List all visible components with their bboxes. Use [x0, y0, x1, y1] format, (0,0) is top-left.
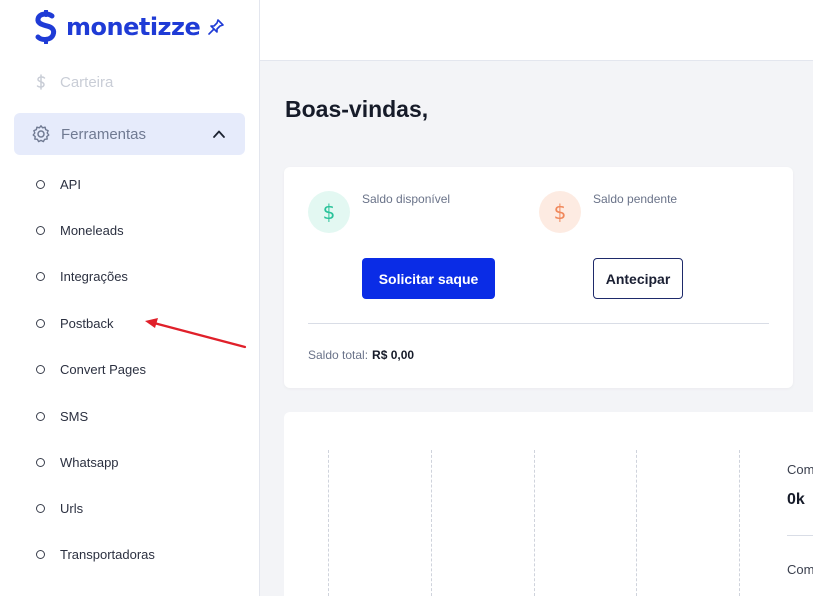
brand-logo[interactable]: monetizze — [32, 10, 201, 44]
chart-gridline — [534, 450, 535, 596]
gear-icon — [32, 125, 50, 143]
balance-card: $ Saldo disponível $ Saldo pendente Soli… — [284, 167, 793, 388]
sidebar: monetizze Carteira Ferramentas API Monel… — [0, 0, 260, 596]
pending-balance-dollar-icon: $ — [539, 191, 581, 233]
submenu-item-label: Urls — [60, 501, 84, 516]
available-balance-dollar-icon: $ — [308, 191, 350, 233]
total-balance: Saldo total: R$ 0,00 — [308, 348, 414, 362]
submenu-item-moneleads[interactable]: Moneleads — [36, 223, 124, 238]
total-balance-label: Saldo total: — [308, 348, 369, 362]
bullet-icon — [36, 504, 45, 513]
submenu-item-integrations[interactable]: Integrações — [36, 269, 128, 284]
submenu-item-label: Postback — [60, 316, 114, 331]
submenu-item-label: API — [60, 177, 81, 192]
submenu-item-label: Integrações — [60, 269, 128, 284]
bullet-icon — [36, 226, 45, 235]
chart-side-label: Com — [787, 462, 813, 477]
brand-name: monetizze — [66, 13, 201, 41]
submenu-item-carriers[interactable]: Transportadoras — [36, 547, 155, 562]
advance-button[interactable]: Antecipar — [593, 258, 683, 299]
submenu-item-label: Convert Pages — [60, 362, 146, 377]
bullet-icon — [36, 550, 45, 559]
submenu-item-label: Moneleads — [60, 223, 124, 238]
chart-side-divider — [787, 535, 813, 536]
request-withdrawal-button[interactable]: Solicitar saque — [362, 258, 495, 299]
total-balance-value: R$ 0,00 — [372, 348, 415, 362]
available-balance-label: Saldo disponível — [362, 192, 451, 206]
chart-side-label: Com — [787, 562, 813, 577]
card-divider — [308, 323, 769, 324]
submenu-item-sms[interactable]: SMS — [36, 409, 88, 424]
chart-gridline — [636, 450, 637, 596]
bullet-icon — [36, 365, 45, 374]
bullet-icon — [36, 319, 45, 328]
bullet-icon — [36, 412, 45, 421]
bullet-icon — [36, 272, 45, 281]
pending-balance-label: Saldo pendente — [593, 192, 678, 206]
annotation-arrow-icon — [145, 318, 247, 349]
chart-gridline — [431, 450, 432, 596]
page-title: Boas-vindas, — [285, 96, 429, 122]
sidebar-item-label: Carteira — [60, 73, 114, 91]
bullet-icon — [36, 180, 45, 189]
bullet-icon — [36, 458, 45, 467]
pin-icon[interactable] — [207, 18, 225, 36]
sidebar-item-wallet[interactable]: Carteira — [32, 73, 113, 91]
submenu-item-label: SMS — [60, 409, 89, 424]
monetizze-logo-icon — [35, 10, 57, 44]
submenu-item-whatsapp[interactable]: Whatsapp — [36, 455, 119, 470]
chart-side-value: 0k — [787, 491, 805, 508]
chart-gridline — [328, 450, 329, 596]
top-header — [260, 0, 813, 61]
sidebar-item-tools[interactable]: Ferramentas — [14, 113, 245, 155]
chart-gridline — [739, 450, 740, 596]
submenu-item-label: Whatsapp — [60, 455, 119, 470]
submenu-item-api[interactable]: API — [36, 177, 81, 192]
submenu-item-label: Transportadoras — [60, 547, 155, 562]
submenu-item-convert-pages[interactable]: Convert Pages — [36, 362, 146, 377]
sidebar-item-label: Ferramentas — [61, 125, 147, 143]
dollar-icon — [36, 74, 46, 90]
chart-card: Com 0k Com — [284, 412, 813, 596]
submenu-item-postback[interactable]: Postback — [36, 316, 113, 331]
chevron-up-icon[interactable] — [212, 127, 226, 141]
submenu-item-urls[interactable]: Urls — [36, 501, 83, 516]
